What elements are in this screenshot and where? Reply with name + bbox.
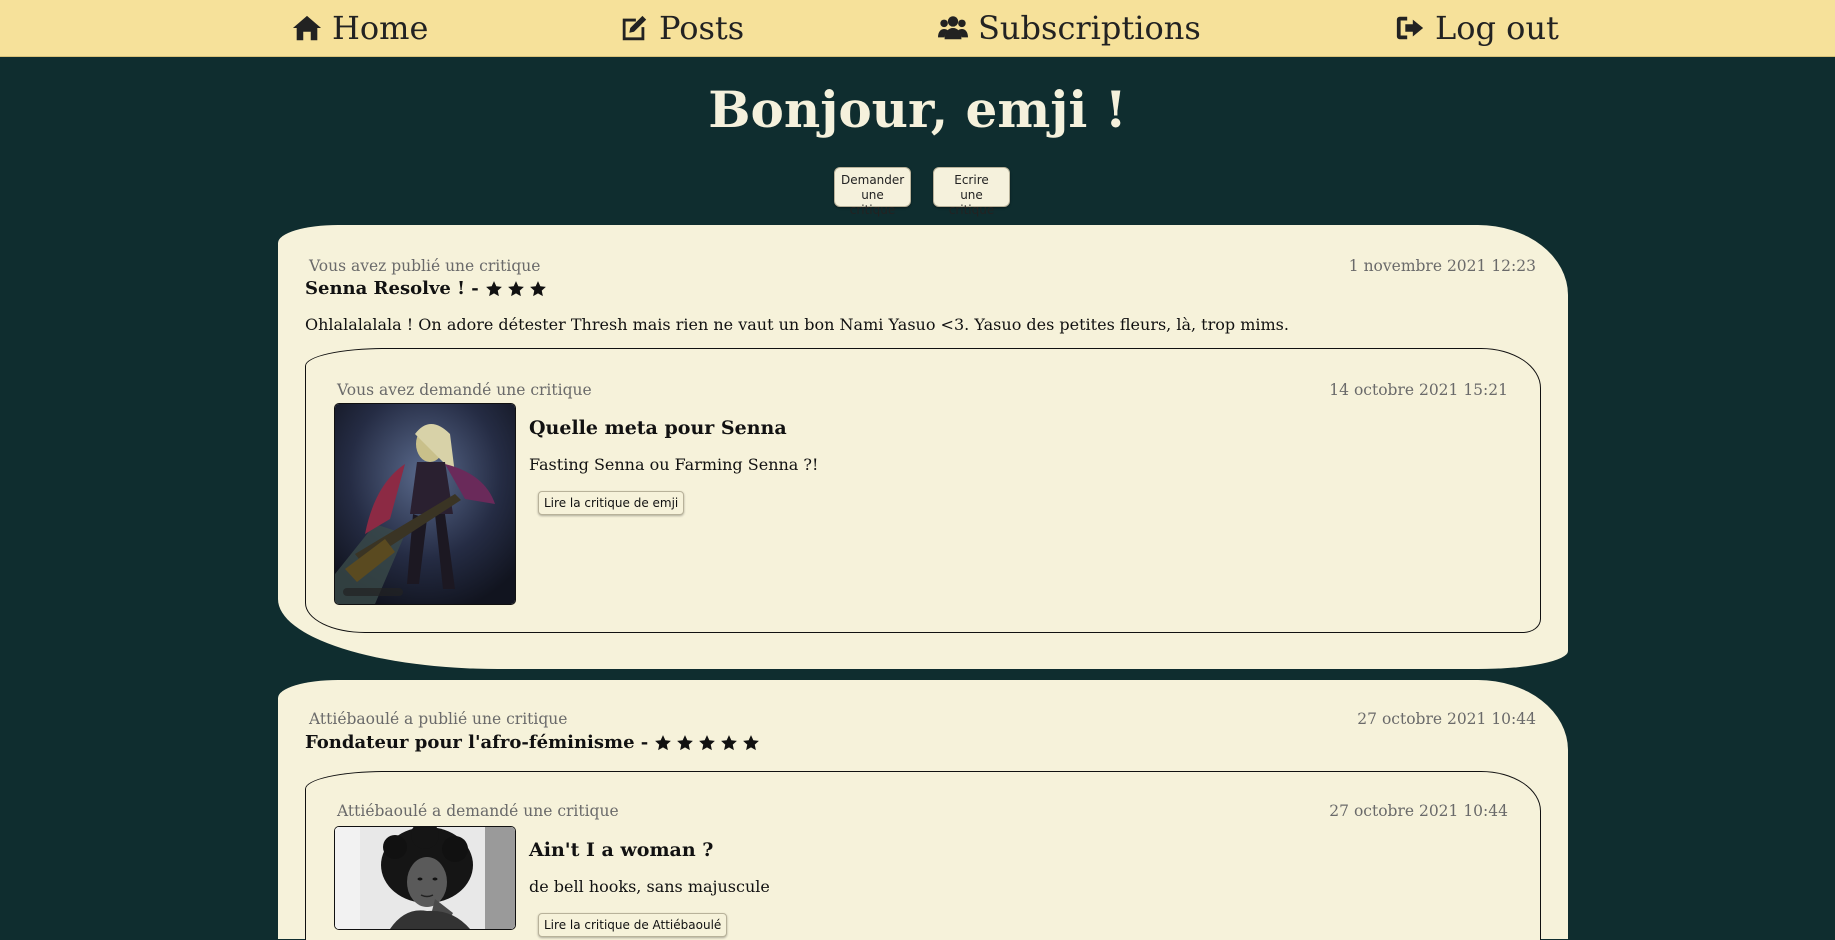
users-icon <box>938 16 968 40</box>
write-review-button[interactable]: Ecrire une critique <box>933 167 1010 217</box>
star-rating <box>654 734 760 752</box>
nav-subscriptions-link[interactable]: Subscriptions <box>938 6 1201 50</box>
review-card: Vous avez publié une critique 1 novembre… <box>278 225 1568 669</box>
review-headline-text: Senna Resolve ! - <box>305 278 479 299</box>
read-review-button[interactable]: Lire la critique de Attiébaoulé <box>538 913 728 937</box>
request-review-label-line2: une critique <box>849 188 896 217</box>
review-card: Attiébaoulé a publié une critique 27 oct… <box>278 680 1568 940</box>
nav-subscriptions-label: Subscriptions <box>978 9 1201 47</box>
nav-posts-link[interactable]: Posts <box>619 6 744 50</box>
star-icon <box>485 280 502 296</box>
ticket-title: Ain't I a woman ? <box>529 839 714 861</box>
read-review-button[interactable]: Lire la critique de emji <box>538 491 685 515</box>
star-icon <box>699 734 716 750</box>
star-icon <box>529 280 546 296</box>
review-date: 1 novembre 2021 12:23 <box>1348 257 1536 275</box>
home-icon <box>292 15 322 41</box>
ticket-date: 27 octobre 2021 10:44 <box>1329 802 1508 820</box>
review-headline-text: Fondateur pour l'afro-féminisme - <box>305 732 649 753</box>
page-title: Bonjour, emji ! <box>708 80 1127 139</box>
star-icon <box>721 734 738 750</box>
review-body: Ohlalalalala ! On adore détester Thresh … <box>305 315 1289 334</box>
write-review-label-line1: Ecrire <box>954 173 989 187</box>
review-meta: Vous avez publié une critique <box>309 257 541 275</box>
ticket-card: Attiébaoulé a demandé une critique 27 oc… <box>305 771 1541 940</box>
sign-out-icon <box>1396 16 1424 40</box>
star-icon <box>677 734 694 750</box>
star-icon <box>743 734 760 750</box>
request-review-button[interactable]: Demander une critique <box>834 167 911 217</box>
ticket-description: de bell hooks, sans majuscule <box>529 877 770 896</box>
star-icon <box>507 280 524 296</box>
ticket-date: 14 octobre 2021 15:21 <box>1329 381 1508 399</box>
star-icon <box>655 734 672 750</box>
review-headline: Fondateur pour l'afro-féminisme - <box>305 732 760 753</box>
ticket-card: Vous avez demandé une critique 14 octobr… <box>305 348 1541 633</box>
review-headline: Senna Resolve ! - <box>305 278 547 299</box>
edit-icon <box>622 15 647 41</box>
nav-home-link[interactable]: Home <box>292 6 428 50</box>
ticket-description: Fasting Senna ou Farming Senna ?! <box>529 455 819 474</box>
ticket-cover-image <box>334 826 516 930</box>
write-review-label-line2: une critique <box>948 188 995 217</box>
nav-logout-label: Log out <box>1435 9 1559 47</box>
star-rating <box>485 280 547 298</box>
request-review-label-line1: Demander <box>841 173 905 187</box>
top-nav: Home Posts Subscriptions Log out <box>0 0 1835 57</box>
nav-posts-label: Posts <box>659 9 745 47</box>
ticket-cover-image <box>334 403 516 605</box>
nav-logout-link[interactable]: Log out <box>1395 6 1559 50</box>
nav-home-label: Home <box>332 9 429 47</box>
ticket-title: Quelle meta pour Senna <box>529 417 787 439</box>
ticket-meta: Vous avez demandé une critique <box>337 381 592 399</box>
review-meta: Attiébaoulé a publié une critique <box>309 710 568 728</box>
review-date: 27 octobre 2021 10:44 <box>1357 710 1536 728</box>
ticket-meta: Attiébaoulé a demandé une critique <box>337 802 619 820</box>
